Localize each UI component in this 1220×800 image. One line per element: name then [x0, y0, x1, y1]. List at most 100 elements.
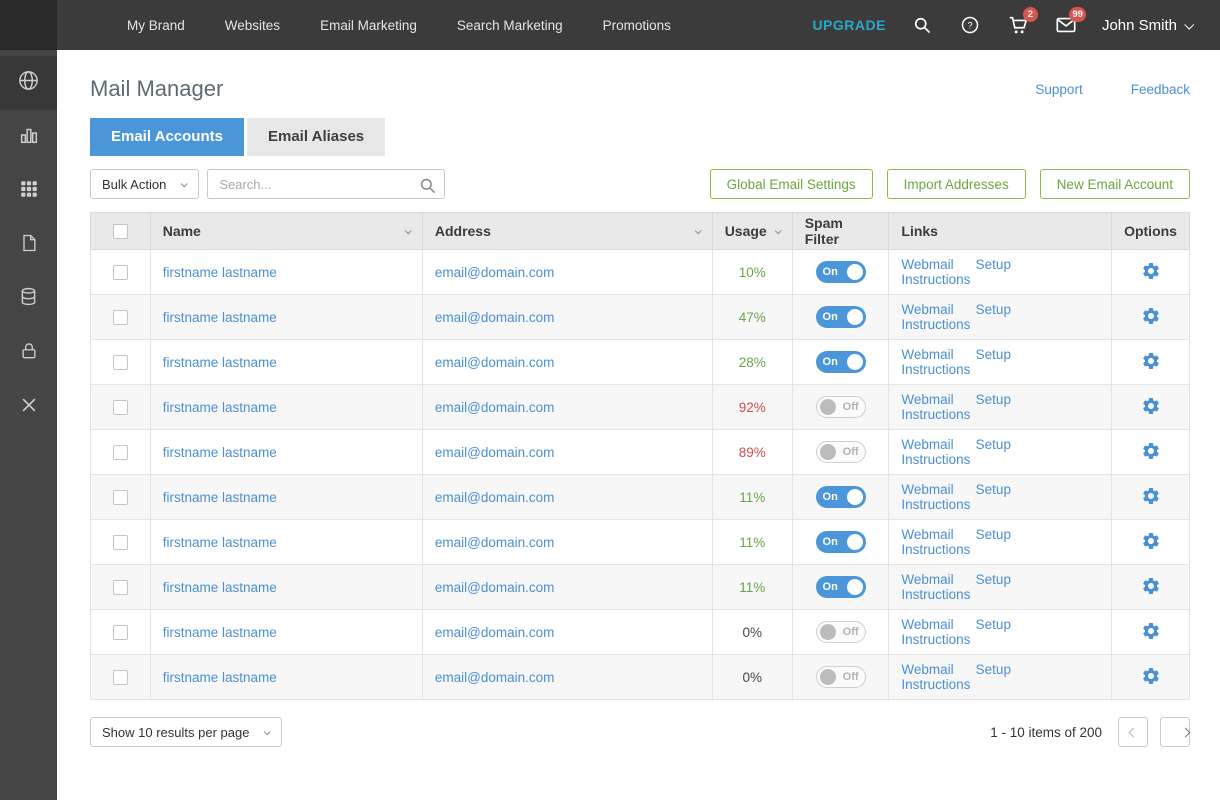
spam-filter-toggle[interactable]: On [816, 576, 866, 598]
import-addresses-button[interactable]: Import Addresses [887, 169, 1026, 199]
account-name-link[interactable]: firstname lastname [163, 535, 277, 550]
previous-page-button[interactable] [1118, 717, 1148, 747]
tab-email-accounts[interactable]: Email Accounts [90, 118, 244, 156]
row-checkbox[interactable] [113, 355, 128, 370]
row-checkbox[interactable] [113, 445, 128, 460]
spam-filter-toggle[interactable]: On [816, 531, 866, 553]
account-address-link[interactable]: email@domain.com [435, 490, 555, 505]
gear-icon[interactable] [1141, 621, 1161, 641]
account-name-link[interactable]: firstname lastname [163, 625, 277, 640]
global-email-settings-button[interactable]: Global Email Settings [710, 169, 873, 199]
sidebar-item-security[interactable] [0, 326, 57, 380]
user-menu[interactable]: John Smith [1102, 17, 1192, 34]
search-input[interactable] [207, 169, 445, 199]
spam-filter-toggle[interactable]: On [816, 486, 866, 508]
account-name-link[interactable]: firstname lastname [163, 265, 277, 280]
sidebar-item-globe[interactable] [0, 56, 57, 110]
spam-filter-toggle[interactable]: On [816, 306, 866, 328]
webmail-link[interactable]: Webmail [901, 482, 953, 497]
row-checkbox[interactable] [113, 310, 128, 325]
main-content: Mail Manager Support Feedback Email Acco… [57, 50, 1220, 747]
spam-filter-toggle[interactable]: On [816, 261, 866, 283]
row-checkbox[interactable] [113, 265, 128, 280]
webmail-link[interactable]: Webmail [901, 572, 953, 587]
row-checkbox[interactable] [113, 670, 128, 685]
gear-icon[interactable] [1141, 531, 1161, 551]
account-address-link[interactable]: email@domain.com [435, 310, 555, 325]
webmail-link[interactable]: Webmail [901, 347, 953, 362]
gear-icon[interactable] [1141, 576, 1161, 596]
webmail-link[interactable]: Webmail [901, 437, 953, 452]
account-name-link[interactable]: firstname lastname [163, 400, 277, 415]
spam-filter-toggle[interactable]: Off [816, 396, 866, 418]
account-address-link[interactable]: email@domain.com [435, 670, 555, 685]
next-page-button[interactable] [1160, 717, 1190, 747]
account-address-link[interactable]: email@domain.com [435, 265, 555, 280]
gear-icon[interactable] [1141, 351, 1161, 371]
webmail-link[interactable]: Webmail [901, 392, 953, 407]
account-address-link[interactable]: email@domain.com [435, 400, 555, 415]
gear-icon[interactable] [1141, 441, 1161, 461]
help-icon[interactable]: ? [958, 13, 982, 37]
account-address-link[interactable]: email@domain.com [435, 355, 555, 370]
account-address-link[interactable]: email@domain.com [435, 625, 555, 640]
sidebar-item-database[interactable] [0, 272, 57, 326]
webmail-link[interactable]: Webmail [901, 257, 953, 272]
logo-area[interactable] [0, 0, 57, 50]
usage-value: 11% [739, 580, 765, 595]
row-checkbox[interactable] [113, 625, 128, 640]
mail-icon[interactable]: 99 [1054, 13, 1078, 37]
search-icon[interactable] [910, 13, 934, 37]
webmail-link[interactable]: Webmail [901, 302, 953, 317]
new-email-account-button[interactable]: New Email Account [1040, 169, 1190, 199]
feedback-link[interactable]: Feedback [1131, 82, 1190, 97]
gear-icon[interactable] [1141, 396, 1161, 416]
support-link[interactable]: Support [1035, 82, 1082, 97]
account-address-link[interactable]: email@domain.com [435, 580, 555, 595]
document-icon [19, 233, 39, 258]
gear-icon[interactable] [1141, 666, 1161, 686]
select-all-checkbox[interactable] [113, 224, 128, 239]
account-name-link[interactable]: firstname lastname [163, 580, 277, 595]
gear-icon[interactable] [1141, 261, 1161, 281]
spam-filter-toggle[interactable]: Off [816, 621, 866, 643]
spam-filter-toggle[interactable]: Off [816, 441, 866, 463]
gear-icon[interactable] [1141, 486, 1161, 506]
account-name-link[interactable]: firstname lastname [163, 310, 277, 325]
sort-chevron-icon[interactable] [774, 227, 781, 234]
row-checkbox[interactable] [113, 400, 128, 415]
spam-filter-toggle[interactable]: On [816, 351, 866, 373]
nav-promotions[interactable]: Promotions [603, 18, 671, 33]
search-icon[interactable] [415, 173, 439, 197]
row-checkbox[interactable] [113, 580, 128, 595]
account-name-link[interactable]: firstname lastname [163, 355, 277, 370]
account-name-link[interactable]: firstname lastname [163, 490, 277, 505]
row-checkbox[interactable] [113, 490, 128, 505]
account-address-link[interactable]: email@domain.com [435, 445, 555, 460]
gear-icon[interactable] [1141, 306, 1161, 326]
upgrade-link[interactable]: UPGRADE [812, 17, 886, 33]
nav-search-marketing[interactable]: Search Marketing [457, 18, 563, 33]
sort-chevron-icon[interactable] [694, 227, 701, 234]
spam-filter-toggle[interactable]: Off [816, 666, 866, 688]
nav-websites[interactable]: Websites [225, 18, 280, 33]
webmail-link[interactable]: Webmail [901, 527, 953, 542]
account-address-link[interactable]: email@domain.com [435, 535, 555, 550]
sidebar-item-documents[interactable] [0, 218, 57, 272]
row-checkbox[interactable] [113, 535, 128, 550]
sidebar-item-tools[interactable] [0, 380, 57, 434]
webmail-link[interactable]: Webmail [901, 617, 953, 632]
account-name-link[interactable]: firstname lastname [163, 445, 277, 460]
sidebar-item-apps[interactable] [0, 164, 57, 218]
account-name-link[interactable]: firstname lastname [163, 670, 277, 685]
cart-icon[interactable]: 2 [1006, 13, 1030, 37]
sidebar-item-stats[interactable] [0, 110, 57, 164]
tab-email-aliases[interactable]: Email Aliases [247, 118, 385, 156]
per-page-select[interactable]: Show 10 results per page [90, 717, 282, 747]
nav-email-marketing[interactable]: Email Marketing [320, 18, 417, 33]
sort-chevron-icon[interactable] [405, 227, 412, 234]
top-nav-right: UPGRADE ? 2 99 John Smith [812, 13, 1220, 37]
bulk-action-select[interactable]: Bulk Action [90, 169, 199, 199]
webmail-link[interactable]: Webmail [901, 662, 953, 677]
nav-my-brand[interactable]: My Brand [127, 18, 185, 33]
